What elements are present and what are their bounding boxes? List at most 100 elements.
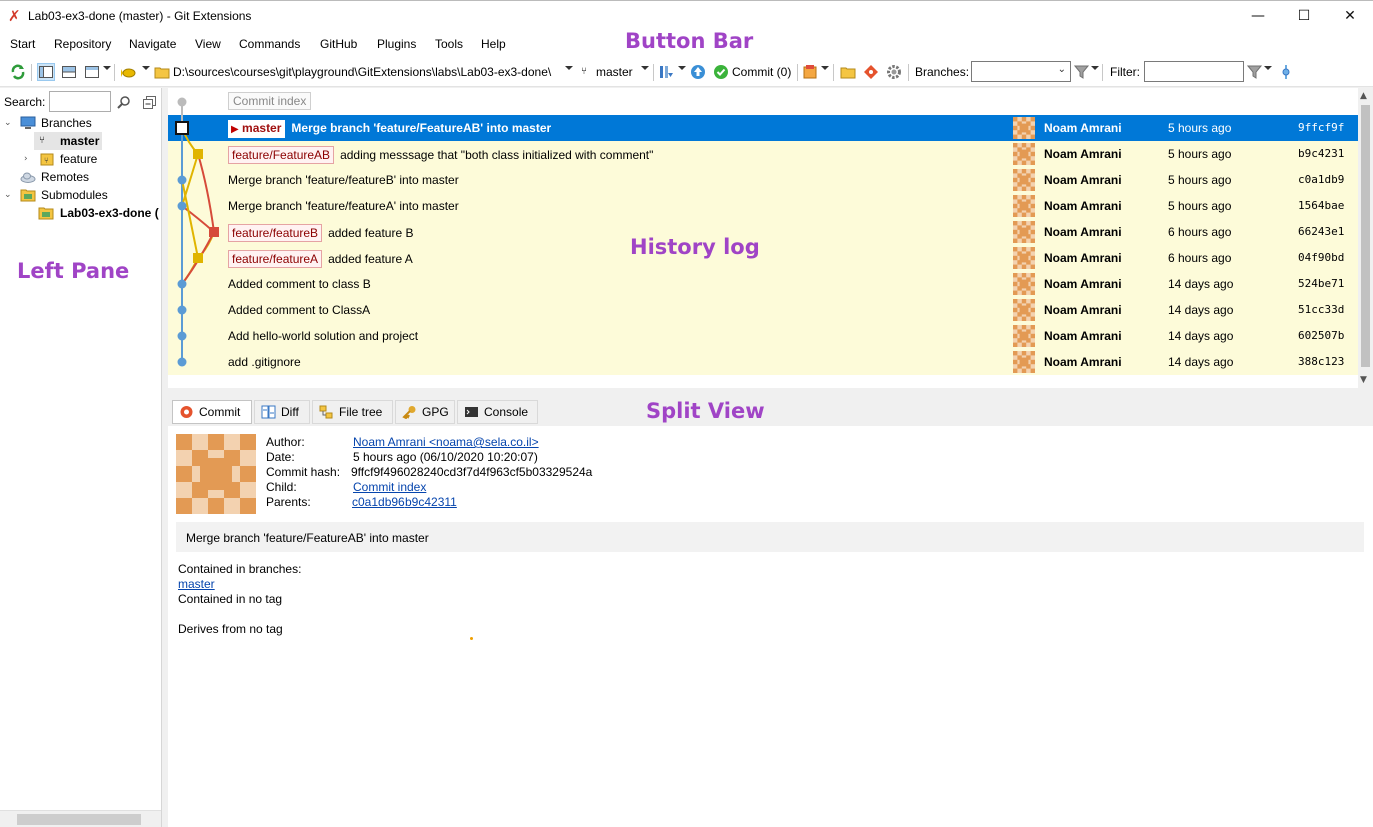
pull-dropdown-arrow-icon[interactable] bbox=[678, 66, 686, 70]
annotation-left-pane: Left Pane bbox=[17, 259, 130, 283]
commit-button[interactable]: Commit (0) bbox=[732, 63, 791, 81]
search-input[interactable] bbox=[49, 91, 111, 112]
tree-node-master[interactable]: ⑂ master bbox=[34, 132, 102, 150]
tab-commit[interactable]: Commit bbox=[172, 400, 252, 424]
commit-tab-icon bbox=[180, 406, 193, 418]
commit-row[interactable]: Add hello-world solution and project Noa… bbox=[168, 323, 1358, 349]
commit-graph bbox=[175, 97, 219, 367]
commit-message: Merge branch 'feature/featureA' into mas… bbox=[228, 199, 459, 213]
filter-funnel-icon[interactable] bbox=[1247, 64, 1263, 80]
tab-gpg[interactable]: GPG bbox=[395, 400, 455, 424]
filter-input[interactable] bbox=[1144, 61, 1244, 82]
contained-branch-link[interactable]: master bbox=[178, 577, 215, 591]
commit-date: 14 days ago bbox=[1168, 303, 1234, 317]
left-pane-horizontal-scrollbar[interactable] bbox=[0, 810, 161, 827]
menu-help[interactable]: Help bbox=[481, 37, 506, 51]
collapse-all-icon[interactable] bbox=[143, 96, 156, 109]
chevron-down-icon[interactable]: ⌄ bbox=[4, 114, 12, 132]
layout-commit-info-icon[interactable] bbox=[84, 64, 100, 80]
branch-tag[interactable]: feature/FeatureAB bbox=[228, 146, 335, 164]
menu-github[interactable]: GitHub bbox=[320, 37, 357, 51]
scroll-up-icon[interactable]: ▲ bbox=[1360, 91, 1367, 101]
commit-message: Add hello-world solution and project bbox=[228, 329, 419, 343]
branches-combo[interactable]: ⌄ bbox=[971, 61, 1071, 82]
branch-filter-icon[interactable] bbox=[1074, 64, 1090, 80]
commit-author: Noam Amrani bbox=[1044, 303, 1122, 317]
child-label: Child: bbox=[266, 480, 297, 494]
menu-commands[interactable]: Commands bbox=[239, 37, 300, 51]
git-bash-icon[interactable] bbox=[863, 64, 879, 80]
search-icon[interactable] bbox=[117, 95, 131, 109]
commit-row[interactable]: Merge branch 'feature/featureB' into mas… bbox=[168, 167, 1358, 193]
tree-label-master: master bbox=[60, 134, 100, 148]
close-button[interactable]: ✕ bbox=[1327, 1, 1373, 32]
settings-gear-icon[interactable] bbox=[886, 64, 902, 80]
menu-plugins[interactable]: Plugins bbox=[377, 37, 416, 51]
avatar bbox=[1013, 247, 1035, 269]
repository-dropdown-arrow-icon[interactable] bbox=[142, 66, 150, 70]
branch-icon: ⑂ bbox=[39, 135, 45, 146]
child-link[interactable]: Commit index bbox=[353, 480, 426, 494]
stash-icon[interactable] bbox=[802, 64, 818, 80]
parent-link[interactable]: b9c42311 bbox=[405, 495, 457, 509]
stash-dropdown-arrow-icon[interactable] bbox=[821, 66, 829, 70]
scroll-down-icon[interactable]: ▼ bbox=[1360, 375, 1367, 385]
pull-icon[interactable] bbox=[658, 64, 674, 80]
branch-tag[interactable]: feature/featureA bbox=[228, 250, 323, 268]
commit-row[interactable]: feature/FeatureAB adding messsage that "b… bbox=[168, 141, 1358, 167]
commit-row[interactable]: Added comment to ClassA Noam Amrani 14 d… bbox=[168, 297, 1358, 323]
menu-navigate[interactable]: Navigate bbox=[129, 37, 176, 51]
open-folder-icon[interactable] bbox=[840, 64, 856, 80]
commit-check-icon[interactable] bbox=[713, 64, 729, 80]
chevron-right-icon[interactable]: › bbox=[24, 150, 28, 168]
scrollbar-thumb[interactable] bbox=[17, 814, 141, 825]
graph-node bbox=[177, 201, 187, 211]
repository-path[interactable]: D:\sources\courses\git\playground\GitExt… bbox=[173, 63, 551, 81]
layout-left-panel-icon[interactable] bbox=[37, 63, 55, 81]
filter-dropdown-arrow-icon[interactable] bbox=[1264, 66, 1272, 70]
graph-node bbox=[177, 175, 187, 185]
chevron-down-icon: ⌄ bbox=[1057, 64, 1066, 75]
maximize-button[interactable]: ☐ bbox=[1281, 1, 1327, 32]
commit-message: Added comment to class B bbox=[228, 277, 371, 291]
branch-dropdown-arrow-icon[interactable] bbox=[641, 66, 649, 70]
minimize-button[interactable]: — bbox=[1235, 1, 1281, 32]
menu-tools[interactable]: Tools bbox=[435, 37, 463, 51]
refresh-icon[interactable] bbox=[10, 64, 26, 80]
commit-message-box: Merge branch 'feature/FeatureAB' into ma… bbox=[176, 522, 1364, 552]
repository-fish-icon[interactable] bbox=[121, 64, 137, 80]
path-dropdown-arrow-icon[interactable] bbox=[565, 66, 573, 70]
tab-diff[interactable]: Diff bbox=[254, 400, 310, 424]
history-vertical-scrollbar[interactable]: ▲ ▼ bbox=[1358, 88, 1373, 388]
parent-link[interactable]: c0a1db96 bbox=[352, 495, 405, 509]
scrollbar-thumb[interactable] bbox=[1361, 105, 1370, 367]
layout-split-view-icon[interactable] bbox=[61, 64, 77, 80]
commit-row[interactable]: add .gitignore Noam Amrani 14 days ago 3… bbox=[168, 349, 1358, 375]
commit-row[interactable]: Merge branch 'feature/featureA' into mas… bbox=[168, 193, 1358, 219]
tab-console[interactable]: Console bbox=[457, 400, 538, 424]
horizontal-splitter[interactable] bbox=[168, 388, 1373, 398]
commit-author: Noam Amrani bbox=[1044, 199, 1122, 213]
commit-row[interactable]: feature/featureA added feature A Noam Amr… bbox=[168, 245, 1358, 271]
chevron-down-icon[interactable]: ⌄ bbox=[4, 186, 12, 204]
show-first-parent-icon[interactable] bbox=[1278, 64, 1294, 80]
commit-row[interactable]: ▶ master Merge branch 'feature/FeatureAB'… bbox=[168, 115, 1358, 141]
branch-tag[interactable]: feature/featureB bbox=[228, 224, 323, 242]
branch-icon: ⑂ bbox=[581, 66, 587, 77]
menu-start[interactable]: Start bbox=[10, 37, 35, 51]
branches-label: Branches: bbox=[915, 65, 970, 79]
commit-hash: 388c123 bbox=[1298, 355, 1345, 368]
commit-row[interactable]: Added comment to class B Noam Amrani 14 … bbox=[168, 271, 1358, 297]
branch-filter-dropdown-arrow-icon[interactable] bbox=[1091, 66, 1099, 70]
avatar bbox=[1013, 143, 1035, 165]
push-icon[interactable] bbox=[690, 64, 706, 80]
menu-repository[interactable]: Repository bbox=[54, 37, 111, 51]
commit-row[interactable]: feature/featureB added feature B Noam Amr… bbox=[168, 219, 1358, 245]
graph-node bbox=[177, 305, 187, 315]
tab-file-tree[interactable]: File tree bbox=[312, 400, 393, 424]
menu-view[interactable]: View bbox=[195, 37, 221, 51]
layout-dropdown-arrow-icon[interactable] bbox=[103, 66, 111, 70]
author-link[interactable]: Noam Amrani <noama@sela.co.il> bbox=[353, 435, 539, 449]
commit-index-row[interactable]: Commit index bbox=[168, 88, 1358, 114]
current-branch[interactable]: master bbox=[596, 63, 633, 81]
